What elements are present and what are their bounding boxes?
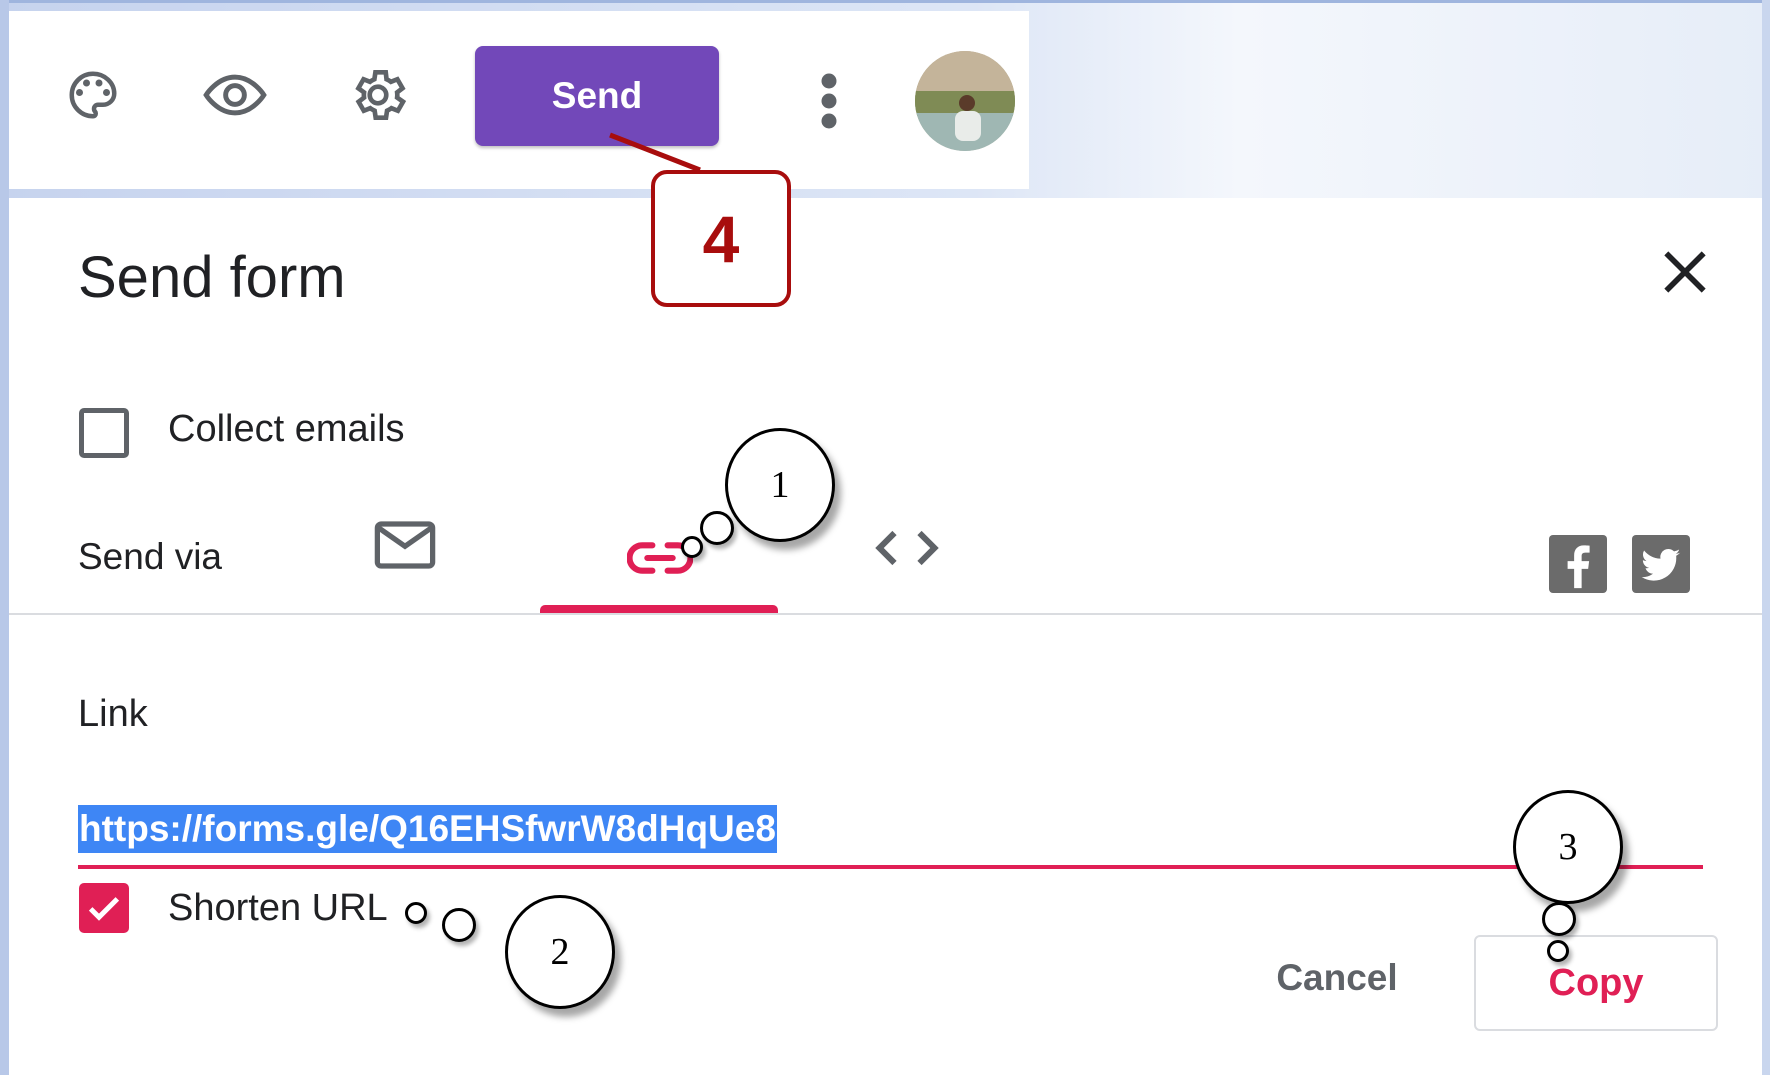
annotation-connector-svg — [609, 132, 701, 173]
annotation-3-bubble-small — [1547, 940, 1569, 962]
annotation-1-bubble — [700, 511, 734, 545]
annotation-2: 2 — [505, 895, 615, 1009]
annotation-3: 3 — [1513, 790, 1623, 904]
annotation-3-bubble — [1542, 902, 1576, 936]
callout-4-connector — [609, 132, 701, 173]
callout-4: 4 — [651, 170, 791, 307]
annotation-2-bubble-small — [405, 902, 427, 924]
annotation-1: 1 — [725, 428, 835, 542]
annotation-1-bubble-small — [681, 536, 703, 558]
annotation-2-bubble — [442, 908, 476, 942]
